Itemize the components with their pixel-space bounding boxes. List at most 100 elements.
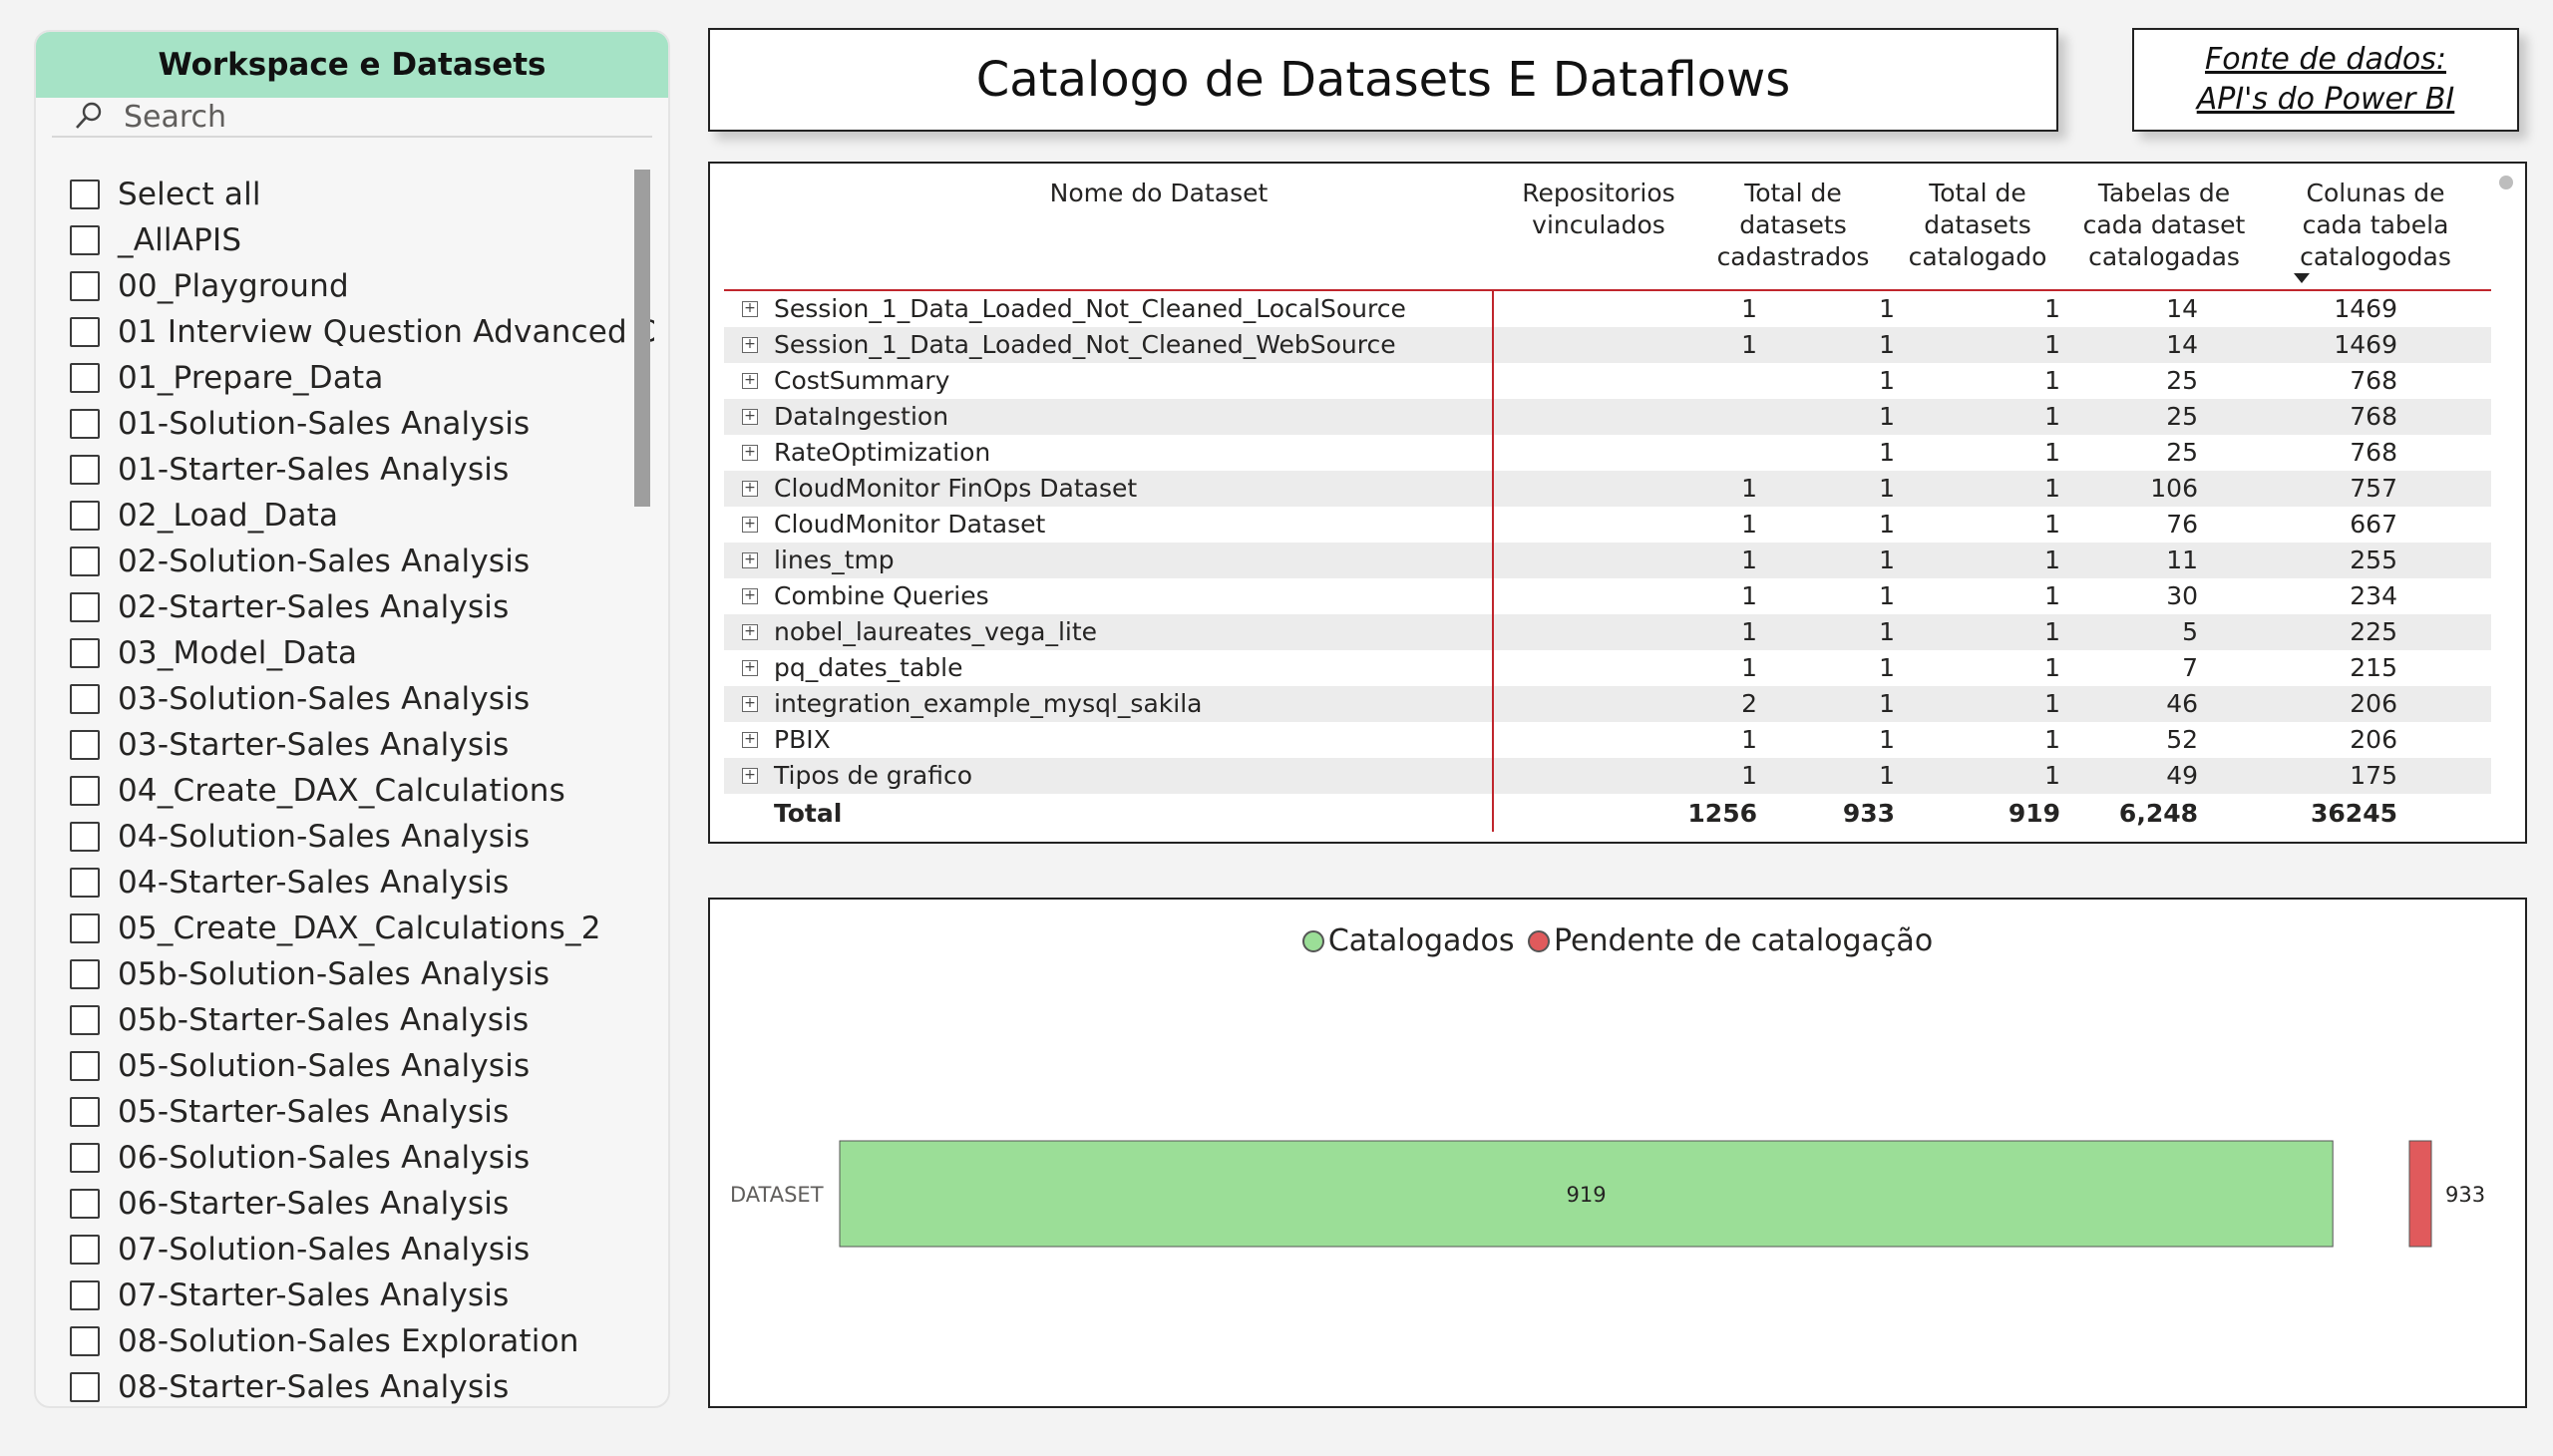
table-row[interactable]: + Tipos de grafico 1 1 1 49 175 [724,758,2491,794]
col-header-colunas[interactable]: Colunas de cada tabela catalogodas [2276,178,2475,273]
table-row[interactable]: + RateOptimization 1 1 25 768 [724,435,2491,471]
checkbox[interactable] [70,363,100,393]
table-row[interactable]: + PBIX 1 1 1 52 206 [724,722,2491,758]
table-row[interactable]: + Combine Queries 1 1 1 30 234 [724,578,2491,614]
col-header-cadastrados[interactable]: Total de datasets cadastrados [1703,178,1883,273]
expand-icon[interactable]: + [742,481,758,497]
expand-icon[interactable]: + [742,373,758,389]
slicer-item[interactable]: 08-Starter-Sales Analysis [36,1364,654,1406]
slicer-item-label: 05b-Solution-Sales Analysis [118,956,550,992]
expand-icon[interactable]: + [742,696,758,712]
checkbox[interactable] [70,501,100,531]
expand-icon[interactable]: + [742,445,758,461]
slicer-item[interactable]: 05b-Solution-Sales Analysis [36,951,654,997]
checkbox[interactable] [70,776,100,806]
slicer-item[interactable]: 03_Model_Data [36,630,654,676]
slicer-item[interactable]: 01-Starter-Sales Analysis [36,447,654,493]
slicer-item[interactable]: 02_Load_Data [36,493,654,539]
checkbox[interactable] [70,913,100,943]
checkbox[interactable] [70,684,100,714]
slicer-item[interactable]: 01 Interview Question Advanced DAX [36,309,654,355]
checkbox[interactable] [70,638,100,668]
dataset-name-cell: lines_tmp [774,546,895,574]
table-row[interactable]: + Session_1_Data_Loaded_Not_Cleaned_Local… [724,291,2491,327]
slicer-search[interactable] [52,98,652,138]
col-header-catalogado[interactable]: Total de datasets catalogado [1893,178,2062,273]
table-row[interactable]: + DataIngestion 1 1 25 768 [724,399,2491,435]
checkbox[interactable] [70,546,100,576]
search-input[interactable] [124,99,602,135]
slicer-item[interactable]: 05-Starter-Sales Analysis [36,1089,654,1135]
col-header-repos[interactable]: Repositorios vinculados [1504,178,1693,241]
dataset-name-cell: RateOptimization [774,438,991,467]
checkbox[interactable] [70,1235,100,1265]
cell-colunas: 255 [2350,546,2397,574]
expand-icon[interactable]: + [742,660,758,676]
slicer-item[interactable]: 06-Starter-Sales Analysis [36,1181,654,1227]
slicer-item[interactable]: 08-Solution-Sales Exploration [36,1318,654,1364]
data-label-pendente: 933 [2445,1183,2485,1207]
checkbox[interactable] [70,1372,100,1402]
slicer-item[interactable]: 05-Solution-Sales Analysis [36,1043,654,1089]
table-row[interactable]: + integration_example_mysql_sakila 2 1 1 46 20… [724,686,2491,722]
cell-catalogado: 1 [2044,330,2060,359]
checkbox[interactable] [70,959,100,989]
checkbox[interactable] [70,1005,100,1035]
checkbox[interactable] [70,317,100,347]
expand-icon[interactable]: + [742,624,758,640]
slicer-item[interactable]: 06-Solution-Sales Analysis [36,1135,654,1181]
checkbox[interactable] [70,730,100,760]
col-header-tabelas[interactable]: Tabelas de cada dataset catalogadas [2064,178,2264,273]
slicer-item[interactable]: 03-Solution-Sales Analysis [36,676,654,722]
checkbox[interactable] [70,455,100,485]
table-row[interactable]: + pq_dates_table 1 1 1 7 215 [724,650,2491,686]
expand-icon[interactable]: + [742,517,758,533]
table-row[interactable]: + nobel_laureates_vega_lite 1 1 1 5 225 [724,614,2491,650]
cell-tabelas: 30 [2166,581,2198,610]
slicer-item[interactable]: 02-Solution-Sales Analysis [36,539,654,584]
slicer-item[interactable]: 04_Create_DAX_Calculations [36,768,654,814]
table-row[interactable]: + lines_tmp 1 1 1 11 255 [724,543,2491,578]
checkbox[interactable] [70,1051,100,1081]
slicer-item[interactable]: 04-Solution-Sales Analysis [36,814,654,860]
expand-icon[interactable]: + [742,732,758,748]
checkbox[interactable] [70,868,100,898]
expand-icon[interactable]: + [742,301,758,317]
checkbox[interactable] [70,592,100,622]
table-row[interactable]: + CloudMonitor FinOps Dataset 1 1 1 106 757 [724,471,2491,507]
slicer-item[interactable]: 00_Playground [36,263,654,309]
expand-icon[interactable]: + [742,588,758,604]
slicer-item[interactable]: 01_Prepare_Data [36,355,654,401]
checkbox[interactable] [70,822,100,852]
table-row[interactable]: + Session_1_Data_Loaded_Not_Cleaned_WebSo… [724,327,2491,363]
expand-icon[interactable]: + [742,552,758,568]
bar-pendente[interactable] [2408,1140,2432,1248]
slicer-item[interactable]: 01-Solution-Sales Analysis [36,401,654,447]
table-row[interactable]: + CloudMonitor Dataset 1 1 1 76 667 [724,507,2491,543]
checkbox[interactable] [70,1097,100,1127]
slicer-item[interactable]: 03-Starter-Sales Analysis [36,722,654,768]
expand-icon[interactable]: + [742,337,758,353]
slicer-item[interactable]: 05_Create_DAX_Calculations_2 [36,906,654,951]
slicer-item[interactable]: 05b-Starter-Sales Analysis [36,997,654,1043]
col-header-name[interactable]: Nome do Dataset [810,178,1508,209]
checkbox[interactable] [70,225,100,255]
checkbox[interactable] [70,180,100,209]
matrix-scrollbar[interactable] [2499,176,2513,189]
slicer-item[interactable]: 07-Starter-Sales Analysis [36,1273,654,1318]
slicer-scrollbar[interactable] [634,170,650,507]
checkbox[interactable] [70,1143,100,1173]
expand-icon[interactable]: + [742,409,758,425]
checkbox[interactable] [70,1189,100,1219]
checkbox[interactable] [70,409,100,439]
slicer-item[interactable]: 07-Solution-Sales Analysis [36,1227,654,1273]
checkbox[interactable] [70,1326,100,1356]
slicer-item-select-all[interactable]: Select all [36,172,654,217]
slicer-item[interactable]: _AllAPIS [36,217,654,263]
checkbox[interactable] [70,1280,100,1310]
checkbox[interactable] [70,271,100,301]
slicer-item[interactable]: 04-Starter-Sales Analysis [36,860,654,906]
slicer-item[interactable]: 02-Starter-Sales Analysis [36,584,654,630]
table-row[interactable]: + CostSummary 1 1 25 768 [724,363,2491,399]
expand-icon[interactable]: + [742,768,758,784]
